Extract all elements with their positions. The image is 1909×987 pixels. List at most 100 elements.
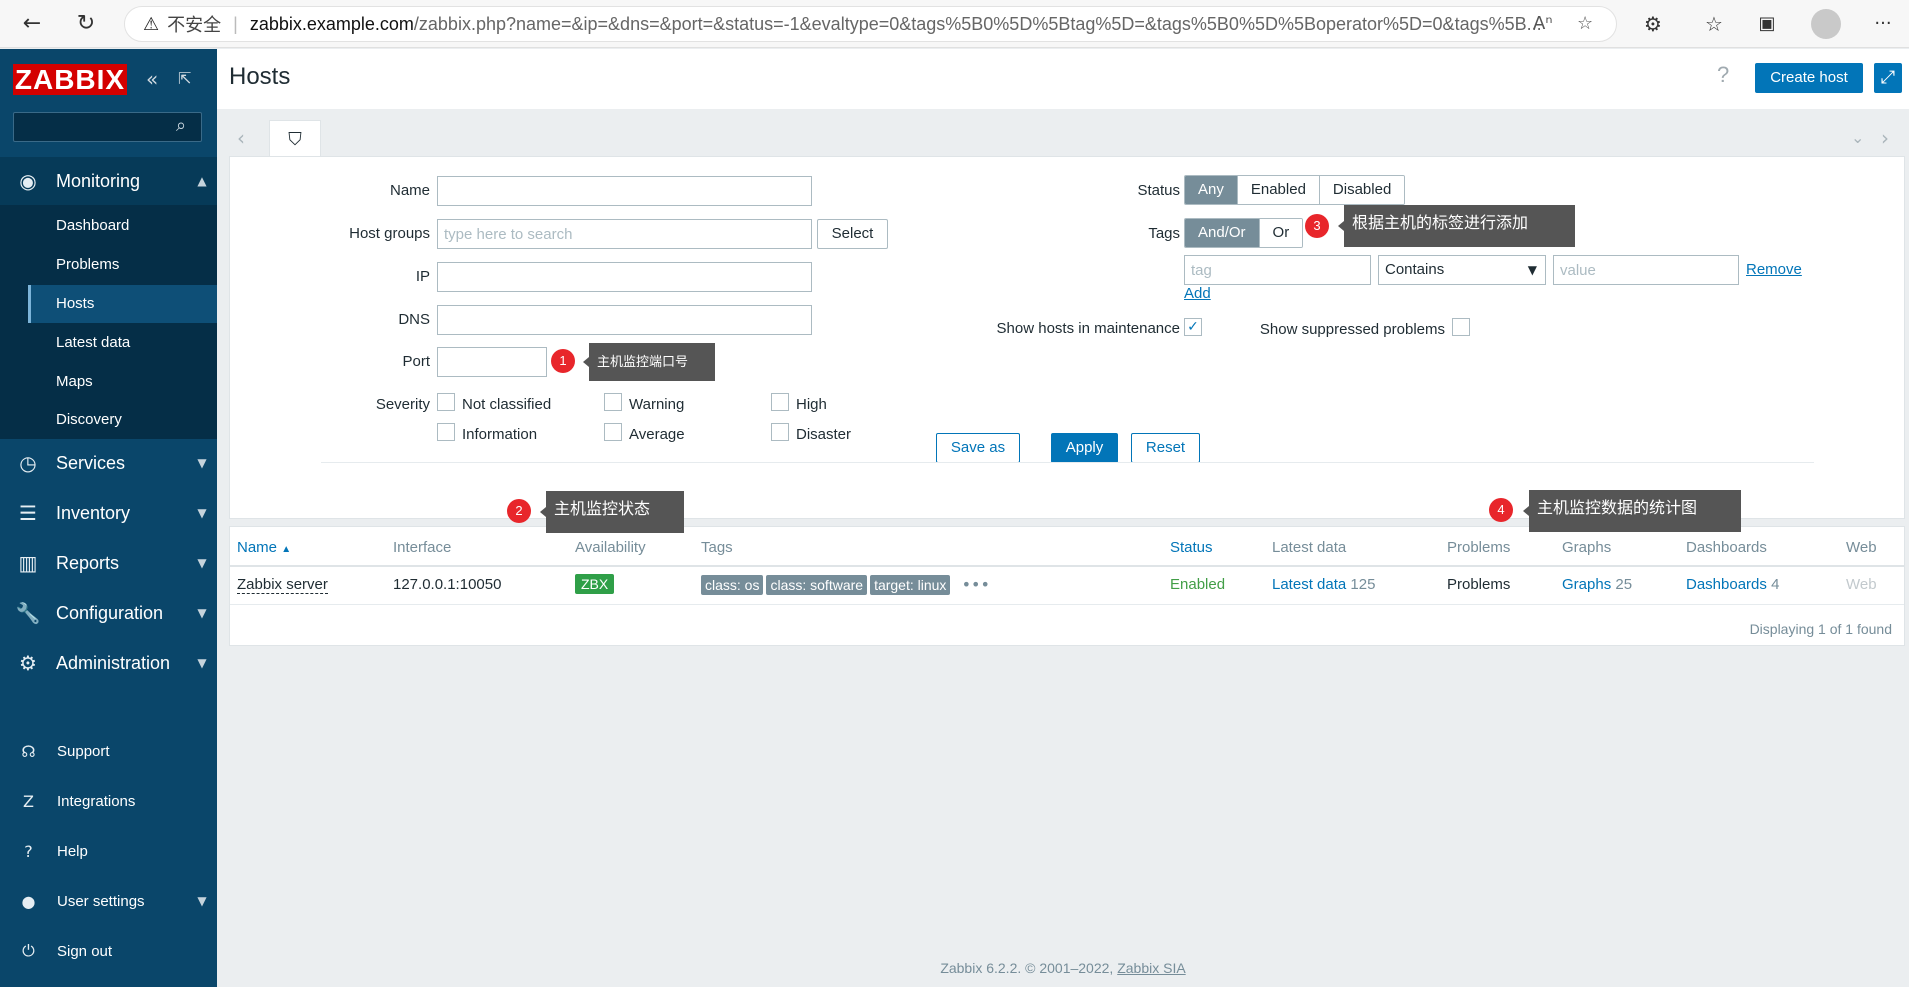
- dns-input[interactable]: [437, 305, 812, 335]
- problems-link[interactable]: Problems: [1447, 576, 1510, 593]
- severity-not-classified-checkbox[interactable]: [437, 393, 455, 411]
- dashboards-link[interactable]: Dashboards: [1686, 576, 1767, 593]
- sidebar-sign-out[interactable]: ⏻ Sign out: [0, 931, 217, 971]
- status-disabled-option[interactable]: Disabled: [1319, 176, 1405, 204]
- severity-high-checkbox[interactable]: [771, 393, 789, 411]
- fullscreen-icon[interactable]: ⤢: [1874, 63, 1902, 93]
- sidebar-item-latest-data[interactable]: Latest data: [28, 324, 217, 362]
- annotation-callout: 主机监控状态: [540, 491, 684, 533]
- column-header-name[interactable]: Name ▲: [237, 539, 291, 556]
- menu-reports[interactable]: ▥ Reports ▼: [0, 539, 217, 587]
- host-groups-input[interactable]: [437, 219, 812, 249]
- severity-option-label: Disaster: [796, 426, 852, 443]
- port-input[interactable]: [437, 347, 547, 377]
- severity-warning-checkbox[interactable]: [604, 393, 622, 411]
- apply-button[interactable]: Apply: [1051, 433, 1118, 463]
- tags-and-or-option[interactable]: And/Or: [1185, 219, 1260, 247]
- search-icon[interactable]: ⌕: [176, 115, 186, 136]
- tag-value-input[interactable]: [1553, 255, 1739, 285]
- show-suppressed-checkbox[interactable]: [1452, 318, 1470, 336]
- hide-sidebar-icon[interactable]: ⇱: [178, 69, 191, 88]
- availability-badge[interactable]: ZBX: [575, 574, 615, 594]
- more-icon[interactable]: ···: [1869, 10, 1897, 38]
- annotation-number: 3: [1305, 214, 1329, 238]
- severity-average-checkbox[interactable]: [604, 423, 622, 441]
- show-maintenance-checkbox[interactable]: ✓: [1184, 318, 1202, 336]
- reset-button[interactable]: Reset: [1131, 433, 1200, 463]
- host-name-link[interactable]: Zabbix server: [237, 576, 328, 594]
- menu-label: Configuration: [56, 602, 164, 623]
- menu-configuration[interactable]: 🔧 Configuration ▼: [0, 589, 217, 637]
- latest-data-link[interactable]: Latest data: [1272, 576, 1346, 593]
- name-input[interactable]: [437, 176, 812, 206]
- collapse-sidebar-icon[interactable]: «: [146, 67, 158, 91]
- menu-label: Reports: [56, 552, 120, 573]
- menu-inventory[interactable]: ☰ Inventory ▼: [0, 489, 217, 537]
- tag-badge[interactable]: class: os: [701, 575, 764, 595]
- tag-add-link[interactable]: Add: [1184, 285, 1211, 302]
- tags-label: Tags: [1148, 225, 1180, 242]
- sidebar-item-dashboard[interactable]: Dashboard: [28, 207, 217, 245]
- column-header-label: Name: [237, 539, 278, 556]
- menu-services[interactable]: ◷ Services ▼: [0, 439, 217, 487]
- graphs-link[interactable]: Graphs: [1562, 576, 1611, 593]
- power-icon: ⏻: [22, 941, 35, 960]
- tag-input[interactable]: [1184, 255, 1371, 285]
- sidebar-item-hosts[interactable]: Hosts: [28, 285, 217, 323]
- sidebar-item-discovery[interactable]: Discovery: [28, 401, 217, 439]
- tag-badge[interactable]: target: linux: [870, 575, 951, 595]
- sidebar-search-input[interactable]: [13, 112, 202, 142]
- dashboards-count: 4: [1771, 576, 1780, 593]
- favorites-icon[interactable]: ☆: [1700, 10, 1728, 38]
- row-divider: [230, 604, 1904, 605]
- latest-data-count: 125: [1350, 576, 1376, 593]
- menu-label: Administration: [56, 652, 171, 673]
- chevron-down-icon[interactable]: ⌄: [1851, 128, 1864, 147]
- severity-disaster-checkbox[interactable]: [771, 423, 789, 441]
- ip-input[interactable]: [437, 262, 812, 292]
- cog-icon: ⚙: [19, 651, 37, 675]
- profile-avatar[interactable]: [1811, 9, 1841, 39]
- address-separator: |: [233, 13, 238, 34]
- status-any-option[interactable]: Any: [1185, 176, 1238, 204]
- menu-administration[interactable]: ⚙ Administration ▼: [0, 639, 217, 687]
- sidebar-item-maps[interactable]: Maps: [28, 363, 217, 401]
- chevron-up-icon: ▲: [197, 174, 207, 188]
- chevron-down-icon: ▼: [1527, 263, 1537, 277]
- web-cell: Web: [1846, 576, 1877, 593]
- sidebar-item-problems[interactable]: Problems: [28, 246, 217, 284]
- status-enabled-option[interactable]: Enabled: [1237, 176, 1320, 204]
- zabbix-sia-link[interactable]: Zabbix SIA: [1117, 960, 1185, 976]
- extensions-icon[interactable]: ⚙: [1639, 10, 1667, 38]
- save-as-button[interactable]: Save as: [936, 433, 1020, 463]
- column-header-availability: Availability: [575, 539, 646, 556]
- tag-badge[interactable]: class: software: [766, 575, 868, 595]
- severity-information-checkbox[interactable]: [437, 423, 455, 441]
- back-icon[interactable]: ←: [18, 10, 46, 38]
- tag-operator-select[interactable]: Contains ▼: [1378, 255, 1546, 285]
- filter-icon[interactable]: ⛉: [269, 120, 321, 157]
- more-tags-icon[interactable]: •••: [962, 575, 990, 594]
- tags-or-option[interactable]: Or: [1259, 219, 1303, 247]
- column-header-status[interactable]: Status: [1170, 539, 1213, 556]
- help-icon[interactable]: ?: [1717, 62, 1729, 88]
- read-aloud-icon[interactable]: A͏ⁿ: [1533, 6, 1553, 42]
- sidebar-integrations[interactable]: Z Integrations: [0, 781, 217, 821]
- chevron-right-icon[interactable]: ›: [1881, 126, 1889, 150]
- sidebar-help[interactable]: ? Help: [0, 831, 217, 871]
- chevron-left-icon[interactable]: ‹: [237, 126, 245, 150]
- collections-icon[interactable]: ▣: [1753, 10, 1781, 38]
- sidebar: ZABBIX « ⇱ ⌕ ◉ Monitoring ▲ Dashboard Pr…: [0, 49, 217, 987]
- add-favorite-icon[interactable]: ☆: [1577, 6, 1593, 42]
- address-bar[interactable]: ⚠ 不安全 | zabbix.example.com /zabbix.php?n…: [124, 6, 1617, 42]
- sidebar-user-settings[interactable]: ● User settings ▼: [0, 881, 217, 921]
- host-groups-select-button[interactable]: Select: [817, 219, 888, 249]
- refresh-icon[interactable]: ↻: [72, 10, 100, 38]
- menu-monitoring[interactable]: ◉ Monitoring ▲: [0, 157, 217, 205]
- sidebar-support[interactable]: ☊ Support: [0, 731, 217, 771]
- headset-icon: ☊: [21, 741, 36, 761]
- create-host-button[interactable]: Create host: [1755, 63, 1863, 93]
- tag-remove-link[interactable]: Remove: [1746, 261, 1802, 278]
- zabbix-logo[interactable]: ZABBIX: [13, 64, 127, 95]
- host-status[interactable]: Enabled: [1170, 576, 1225, 593]
